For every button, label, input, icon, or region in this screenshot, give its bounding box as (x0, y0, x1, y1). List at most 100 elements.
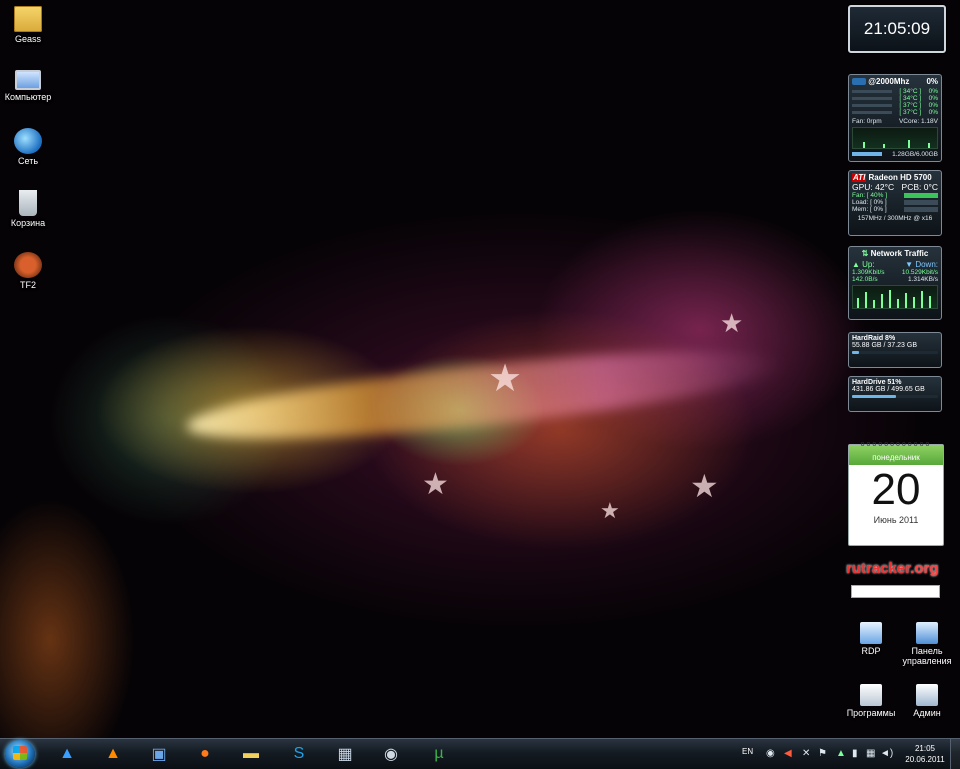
core-usage: 0% (928, 88, 938, 95)
vlc-icon: ▲ (105, 745, 121, 762)
wallpaper-star: ★ (690, 468, 719, 504)
computer-icon (15, 70, 41, 90)
taskbar-button[interactable]: ▬ (232, 741, 270, 767)
taskbar-button[interactable]: ◉ (372, 741, 410, 767)
volume-icon[interactable]: ◄) (880, 748, 893, 759)
desktop-icon-label: Компьютер (4, 92, 52, 102)
desktop-icon-control-panel[interactable]: Панель управления (892, 622, 960, 666)
explorer-icon: ▬ (243, 745, 259, 762)
clock-gadget[interactable]: 21:05:09 (848, 5, 946, 53)
hardraid-gadget[interactable]: HardRaid 8% 55.88 GB / 37.23 GB (848, 332, 942, 368)
network-icon: ⇅ (861, 249, 869, 258)
calendar-rings: oooooooooooo (860, 441, 932, 448)
desktop-icon-computer[interactable]: Компьютер (0, 66, 58, 102)
recycle-bin-icon (19, 190, 37, 216)
desktop-icon-label: Корзина (10, 218, 46, 228)
network-icon (14, 128, 42, 154)
memory-usage: 1.28GB/6.00GB (892, 151, 938, 158)
wallpaper-star: ★ (488, 358, 523, 400)
hdd-title: HardRaid 8% (852, 335, 896, 342)
taskbar-date: 20.06.2011 (905, 755, 945, 764)
taskbar-button[interactable]: ▣ (140, 741, 178, 767)
folder-icon (14, 6, 42, 32)
ati-logo-icon: ATI (852, 173, 867, 182)
network-tray-icon[interactable]: ▦ (866, 748, 875, 759)
vlc-tray-icon[interactable]: ◀ (784, 748, 792, 759)
up-rate: 142.0B/s (852, 276, 878, 283)
taskbar-button[interactable]: µ (420, 741, 458, 767)
network-traffic-gadget[interactable]: ⇅ Network Traffic ▲ Up: ▼ Down: 1.309Kbi… (848, 246, 942, 320)
flag-icon[interactable]: ⚑ (818, 748, 827, 759)
hdd-usage-bar (852, 351, 938, 354)
steam-tray-icon[interactable]: ◉ (766, 748, 775, 759)
up-total: 1.309Kbit/s (852, 269, 885, 276)
taskbar-button[interactable]: ▲ (94, 741, 132, 767)
wallpaper-star: ★ (600, 498, 620, 523)
gpu-clocks: 157MHz / 300MHz @ x16 (857, 215, 933, 222)
light-streak (183, 333, 787, 457)
admin-icon (916, 684, 938, 706)
desktop-icon-geass[interactable]: Geass (0, 6, 58, 44)
cpuz-icon: ▣ (151, 746, 167, 763)
hdd-usage: 55.88 GB / 37.23 GB (852, 342, 917, 349)
rutracker-search-input[interactable] (851, 585, 940, 598)
core-usage: 0% (928, 102, 938, 109)
core-usage: 0% (928, 109, 938, 116)
core-temp: [ 34°C ] (899, 88, 922, 95)
calendar-month: Июнь 2011 (873, 515, 919, 525)
desktop-icon-recycle-bin[interactable]: Корзина (0, 190, 58, 228)
taskbar: ▲ ▲ ▣ ● ▬ S ▦ ◉ µ EN ◉ ◀ ✕ ⚑ ▲ ▮ ▦ ◄) 21:05 20.0… (0, 738, 960, 769)
calendar-gadget[interactable]: oooooooooooo понедельник 20 Июнь 2011 (848, 441, 944, 546)
rutracker-part1: rutracker (846, 560, 911, 577)
gpu-load: Load: [ 0% ] (852, 199, 887, 206)
taskbar-button[interactable]: ● (186, 741, 224, 767)
rutracker-logo[interactable]: rutracker.org (846, 560, 946, 578)
taskbar-button[interactable]: ▦ (326, 741, 364, 767)
gpu-meter-gadget[interactable]: ATI Radeon HD 5700 GPU: 42°C PCB: 0°C Fan… (848, 170, 942, 236)
tray-icon[interactable]: ✕ (802, 748, 810, 759)
taskbar-button[interactable]: ▲ (48, 741, 86, 767)
wallpaper-star: ★ (422, 468, 449, 501)
intel-icon (852, 78, 866, 86)
utorrent-tray-icon[interactable]: ▲ (836, 748, 846, 759)
pcb-temp: PCB: 0°C (901, 182, 938, 192)
calendar-header: oooooooooooo понедельник (849, 441, 943, 465)
network-title: Network Traffic (870, 249, 929, 258)
down-label: Down: (915, 260, 938, 269)
cpu-meter-gadget[interactable]: @2000Mhz 0% [ 34°C ] 0% [ 34°C ] 0% [ 37°C… (848, 74, 942, 162)
core-temp: [ 37°C ] (899, 102, 922, 109)
skype-icon: S (293, 745, 305, 762)
control-panel-icon (916, 622, 938, 644)
taskbar-clock[interactable]: 21:05 20.06.2011 (896, 743, 954, 765)
cpu-usage: 0% (926, 77, 938, 86)
desktop-icon-tf2[interactable]: TF2 (0, 252, 58, 290)
taskbar-time: 21:05 (914, 744, 936, 753)
down-rate: 1.314KB/s (908, 276, 938, 283)
gpu-title: Radeon HD 5700 (868, 173, 932, 182)
power-icon[interactable]: ▮ (852, 748, 858, 759)
hdd-usage: 431.86 GB / 499.65 GB (852, 386, 925, 393)
down-total: 10.529Kbit/s (901, 269, 938, 276)
core-usage: 0% (928, 95, 938, 102)
desktop-icon-label: Админ (913, 708, 941, 718)
tf2-icon (14, 252, 42, 278)
clock-time: 21:05:09 (863, 19, 931, 38)
cpu-title: @2000Mhz (868, 77, 910, 86)
desktop-icon-label: Панель управления (902, 646, 952, 666)
start-button[interactable] (5, 740, 35, 768)
gpu-fan: Fan: [ 40% ] (852, 192, 888, 199)
harddrive-gadget[interactable]: HardDrive 51% 431.86 GB / 499.65 GB (848, 376, 942, 412)
desktop-icon-label: TF2 (19, 280, 36, 290)
core-temp: [ 37°C ] (899, 109, 922, 116)
show-desktop-button[interactable] (950, 739, 960, 769)
firefox-icon: ● (200, 745, 210, 762)
desktop-icon-admin[interactable]: Админ (892, 684, 960, 718)
language-indicator[interactable]: EN (742, 747, 753, 756)
up-label: Up: (862, 260, 875, 269)
taskbar-button[interactable]: S (280, 741, 318, 767)
rdp-icon (860, 622, 882, 644)
cpu-vcore: VCore: 1.18V (898, 118, 938, 125)
desktop-icon-network[interactable]: Сеть (0, 128, 58, 166)
core-temp: [ 34°C ] (899, 95, 922, 102)
desktop-wallpaper: ★ ★ ★ ★ ★ (0, 0, 960, 738)
